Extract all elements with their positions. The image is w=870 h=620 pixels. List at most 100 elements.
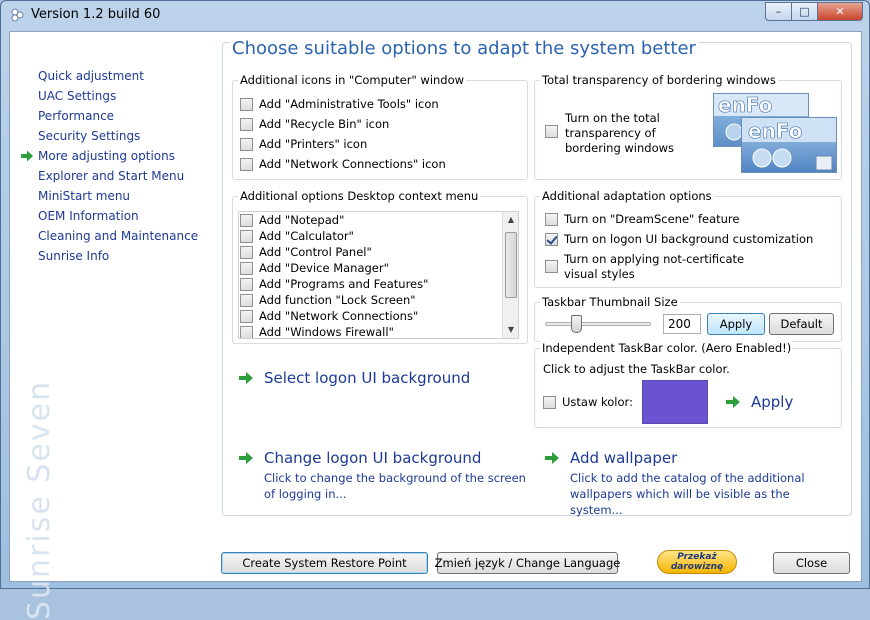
sidebar-item-label: Performance	[38, 109, 115, 123]
group-title: Additional icons in "Computer" window	[238, 73, 467, 87]
sidebar-item-label: MiniStart menu	[38, 189, 131, 203]
sidebar-item-oem-information[interactable]: OEM Information	[18, 206, 218, 226]
listbox-scrollbar[interactable]: ▲ ▼	[502, 212, 518, 338]
list-item[interactable]: Add "Calculator"	[239, 228, 518, 244]
checkbox-admin-tools[interactable]: Add "Administrative Tools" icon	[240, 97, 439, 111]
close-button[interactable]: Close	[773, 552, 850, 574]
checkbox-box[interactable]	[240, 277, 253, 291]
checkbox-box[interactable]	[543, 395, 556, 409]
donate-button[interactable]: Przekaż darowiznę	[657, 550, 737, 574]
scrollbar-thumb[interactable]	[505, 232, 517, 298]
link-label: Apply	[751, 393, 794, 411]
svg-text:enFo: enFo	[748, 119, 802, 143]
checkbox-box[interactable]	[240, 325, 253, 338]
checkbox-box[interactable]	[545, 125, 558, 138]
select-logon-background-link[interactable]: Select logon UI background	[238, 369, 470, 387]
checkbox-label: Add "Network Connections" icon	[259, 157, 446, 171]
group-title: Independent TaskBar color. (Aero Enabled…	[540, 341, 794, 355]
thumbnail-slider-thumb[interactable]	[570, 315, 582, 333]
sidebar-item-sunrise-info[interactable]: Sunrise Info	[18, 246, 218, 266]
checkbox-box[interactable]	[545, 260, 558, 273]
close-window-button[interactable]: ✕	[817, 2, 863, 21]
checkbox-box[interactable]	[240, 261, 253, 275]
main-window: Version 1.2 build 60 – □ ✕ Sunrise Seven…	[0, 0, 870, 620]
checkbox-set-color[interactable]: Ustaw kolor:	[543, 395, 633, 409]
title-bar[interactable]: Version 1.2 build 60 – □ ✕	[1, 1, 869, 29]
transparency-preview-image: enFo	[741, 117, 837, 173]
checkbox-label: Add "Printers" icon	[259, 137, 368, 151]
minimize-icon: –	[775, 5, 782, 18]
green-arrow-icon	[20, 149, 34, 163]
checkbox-recycle-bin[interactable]: Add "Recycle Bin" icon	[240, 117, 389, 131]
checkbox-printers[interactable]: Add "Printers" icon	[240, 137, 367, 151]
sidebar-item-performance[interactable]: Performance	[18, 106, 218, 126]
checkbox-box[interactable]	[240, 309, 253, 323]
checkbox-box[interactable]	[240, 229, 253, 243]
checkbox-dreamscene[interactable]: Turn on "DreamScene" feature	[545, 212, 740, 226]
checkbox-label: Ustaw kolor:	[562, 395, 633, 409]
list-item[interactable]: Add "Control Panel"	[239, 244, 518, 260]
green-arrow-icon	[238, 450, 254, 466]
group-title: Additional options Desktop context menu	[238, 189, 481, 203]
list-item[interactable]: Add "Programs and Features"	[239, 276, 518, 292]
sidebar-item-more-adjusting-options[interactable]: More adjusting options	[18, 146, 218, 166]
checkbox-logon-ui-customization[interactable]: Turn on logon UI background customizatio…	[545, 232, 813, 246]
list-item[interactable]: Add "Network Connections"	[239, 308, 518, 324]
checkbox-box[interactable]	[240, 293, 253, 307]
thumbnail-default-button[interactable]: Default	[769, 313, 834, 335]
minimize-button[interactable]: –	[765, 2, 791, 21]
sidebar-item-label: Security Settings	[38, 129, 141, 143]
taskbar-color-group: Independent TaskBar color. (Aero Enabled…	[534, 341, 842, 428]
list-item[interactable]: Add function "Lock Screen"	[239, 292, 518, 308]
group-title: Total transparency of bordering windows	[540, 73, 778, 87]
list-item-label: Add "Programs and Features"	[259, 277, 429, 291]
sidebar-item-security-settings[interactable]: Security Settings	[18, 126, 218, 146]
sidebar-item-ministart-menu[interactable]: MiniStart menu	[18, 186, 218, 206]
list-item[interactable]: Add "Windows Firewall"	[239, 324, 518, 338]
sidebar-item-explorer-start-menu[interactable]: Explorer and Start Menu	[18, 166, 218, 186]
sidebar-nav: Quick adjustment UAC Settings Performanc…	[18, 66, 218, 266]
checkbox-total-transparency[interactable]	[545, 125, 564, 141]
checkbox-box[interactable]	[240, 245, 253, 259]
sidebar-item-quick-adjustment[interactable]: Quick adjustment	[18, 66, 218, 86]
create-restore-point-button[interactable]: Create System Restore Point	[221, 552, 428, 574]
thumbnail-apply-button[interactable]: Apply	[707, 313, 765, 335]
list-item[interactable]: Add "Notepad"	[239, 212, 518, 228]
list-item-label: Add "Notepad"	[259, 213, 345, 227]
add-wallpaper-link[interactable]: Add wallpaper Click to add the catalog o…	[544, 449, 838, 518]
taskbar-color-apply-link[interactable]: Apply	[725, 393, 793, 411]
taskbar-color-hint: Click to adjust the TaskBar color.	[543, 362, 730, 376]
desktop-menu-group: Additional options Desktop context menu …	[232, 189, 528, 344]
checkbox-box[interactable]	[545, 232, 558, 246]
thumbnail-size-input[interactable]	[663, 314, 701, 334]
caption-buttons: – □ ✕	[765, 2, 863, 22]
maximize-icon: □	[799, 5, 810, 18]
link-label: Change logon UI background	[264, 449, 482, 467]
sidebar-item-label: Quick adjustment	[38, 69, 144, 83]
sidebar-item-cleaning-maintenance[interactable]: Cleaning and Maintenance	[18, 226, 218, 246]
scroll-down-icon[interactable]: ▼	[503, 322, 518, 338]
list-item-label: Add "Control Panel"	[259, 245, 372, 259]
checkbox-box[interactable]	[240, 97, 253, 111]
checkbox-box[interactable]	[240, 137, 253, 151]
checkbox-visual-styles[interactable]	[545, 260, 564, 276]
checkbox-box[interactable]	[545, 212, 558, 226]
thumbnail-slider-track[interactable]	[545, 322, 651, 326]
change-language-button[interactable]: Zmień język / Change Language	[435, 552, 620, 574]
change-logon-background-link[interactable]: Change logon UI background Click to chan…	[238, 449, 532, 502]
app-icon[interactable]	[9, 7, 25, 23]
list-item[interactable]: Add "Device Manager"	[239, 260, 518, 276]
computer-icons-group: Additional icons in "Computer" window Ad…	[232, 73, 528, 180]
scroll-up-icon[interactable]: ▲	[503, 212, 518, 228]
checkbox-box[interactable]	[240, 157, 253, 171]
green-arrow-icon	[725, 394, 741, 410]
checkbox-box[interactable]	[240, 213, 253, 227]
taskbar-color-swatch[interactable]	[642, 380, 708, 424]
maximize-button[interactable]: □	[791, 2, 817, 21]
desktop-menu-listbox[interactable]: Add "Notepad" Add "Calculator" Add "Cont…	[238, 211, 519, 339]
checkbox-box[interactable]	[240, 117, 253, 131]
window-title: Version 1.2 build 60	[31, 7, 161, 22]
link-description: Click to change the background of the sc…	[264, 471, 526, 501]
sidebar-item-uac-settings[interactable]: UAC Settings	[18, 86, 218, 106]
checkbox-network-connections[interactable]: Add "Network Connections" icon	[240, 157, 446, 171]
